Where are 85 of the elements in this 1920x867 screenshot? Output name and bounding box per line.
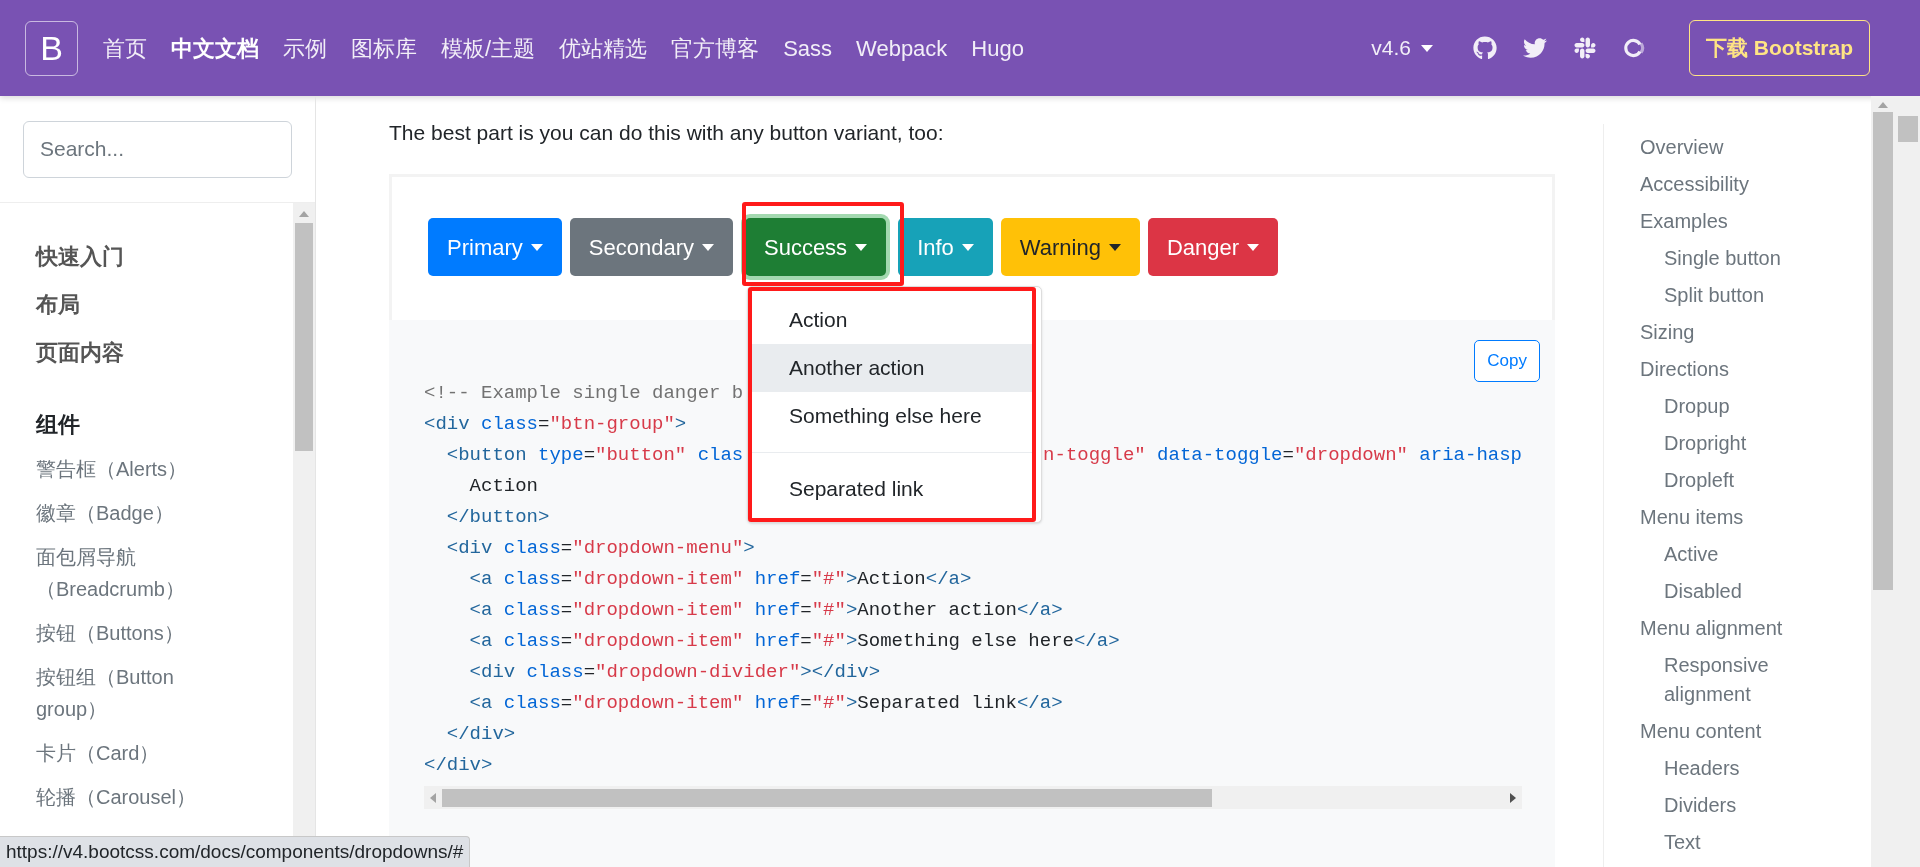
nav-link[interactable]: 图标库 [339,31,429,65]
code-line: n-toggle" data-toggle="dropdown" aria-hasp [1043,443,1522,469]
toc-link[interactable]: Directions [1604,351,1871,388]
dropdown-item[interactable]: Separated link [752,465,1032,513]
nav-link[interactable]: Hugo [959,31,1036,65]
code-line: </div> [445,722,516,748]
toc-link[interactable]: Menu alignment [1604,610,1871,647]
search-field[interactable]: Search... [23,120,292,178]
toc-link[interactable]: Split button [1604,277,1844,314]
nav-link[interactable]: 示例 [271,31,339,65]
sidebar-link[interactable]: 按钮组（Button group） [36,655,206,731]
dropdown-button[interactable]: Danger [1147,218,1279,276]
dropdown-item[interactable]: Action [752,296,1032,344]
toc-link[interactable]: Dropleft [1604,462,1844,499]
nav-link[interactable]: 优站精选 [547,31,660,65]
scrollbar[interactable] [1871,96,1895,867]
toc-link[interactable]: Text [1604,824,1844,861]
sidebar-heading: 组件 [36,411,81,439]
toc-link[interactable]: Disabled [1604,573,1844,610]
intro-text: The best part is you can do this with any button variant, too: [389,120,945,146]
caret-icon [855,243,868,251]
code-line: </div> [424,753,493,779]
scrollbar[interactable] [1895,96,1920,867]
sidebar-section[interactable]: 快速入门 [36,233,293,281]
code-line: <div class="btn-group"> [424,412,687,438]
toc-link[interactable]: Responsive alignment [1604,647,1844,713]
url-tooltip: https://v4.bootcss.com/docs/components/dropdowns/# [0,836,471,867]
dropdown-item[interactable]: Another action [752,344,1032,392]
github-icon[interactable] [1473,36,1497,60]
dropdown-button[interactable]: Primary [428,218,562,276]
caret-icon [1108,243,1121,251]
nav-link[interactable]: 官方博客 [659,31,772,65]
code-line: <!-- Example single danger b [424,381,744,407]
sidebar-link[interactable]: 徽章（Badge） [36,491,206,535]
toc-link[interactable]: Overview [1604,129,1871,166]
nav-link[interactable]: 模板/主题 [429,31,548,65]
sidebar-link[interactable]: 卡片（Card） [36,731,206,775]
caret-icon [1421,44,1433,52]
sidebar-section[interactable]: 布局 [36,281,293,329]
code-line: <div class="dropdown-divider"></div> [468,660,881,686]
slack-icon[interactable] [1573,36,1597,60]
caret-icon [1247,243,1260,251]
sidebar-link[interactable]: 面包屑导航（Breadcrumb） [36,535,206,611]
bird-icon[interactable] [1523,36,1547,60]
code-line: <a class="dropdown-item" href="#">Something else here</a> [468,629,1120,655]
toc-link[interactable]: Dropup [1604,388,1844,425]
toc-link[interactable]: Headers [1604,750,1844,787]
toc-link[interactable]: Dropright [1604,425,1844,462]
sidebar-link[interactable]: 按钮（Buttons） [36,611,206,655]
nav-link[interactable]: Webpack [844,31,960,65]
toc-link[interactable]: Sizing [1604,314,1871,351]
copy-button[interactable]: Copy [1474,340,1540,382]
caret-icon [530,243,543,251]
code-line: <div class="dropdown-menu"> [445,536,755,562]
sidebar-section[interactable]: 页面内容 [36,329,293,377]
toc-link[interactable]: Active [1604,536,1844,573]
code-line: <button type="button" clas [445,443,744,469]
caret-icon [701,243,714,251]
download-button[interactable]: 下载 Bootstrap [1689,20,1870,76]
toc-link[interactable]: Dividers [1604,787,1844,824]
version-dropdown[interactable]: v4.6 [1371,32,1433,64]
code-line: </button> [445,505,550,531]
code-line: <a class="dropdown-item" href="#">Another action</a> [468,598,1063,624]
caret-icon [961,243,974,251]
dropdown-button[interactable]: Success [744,218,887,276]
nav-link[interactable]: Sass [771,31,845,65]
sidebar-link[interactable]: 警告框（Alerts） [36,447,206,491]
nav-link[interactable]: 首页 [91,31,159,65]
code-line: Action [468,474,539,500]
code-line: <a class="dropdown-item" href="#">Action</a> [468,567,972,593]
toc-link[interactable]: Examples [1604,203,1871,240]
brand-logo[interactable]: B [25,20,78,76]
toc-link[interactable]: Single button [1604,240,1844,277]
toc-link[interactable]: Menu items [1604,499,1871,536]
dropdown-button[interactable]: Warning [1000,218,1140,276]
horizontal-scrollbar[interactable] [424,786,1522,809]
toc-link[interactable]: Accessibility [1604,166,1871,203]
nav-link[interactable]: 中文文档 [159,31,271,65]
toc-link[interactable]: Menu content [1604,713,1871,750]
sidebar-link[interactable]: 轮播（Carousel） [36,775,206,819]
dropdown-button[interactable]: Secondary [569,218,733,276]
ring-icon[interactable] [1623,37,1645,59]
dropdown-item[interactable]: Something else here [752,392,1032,440]
code-line: <a class="dropdown-item" href="#">Separated link</a> [468,691,1063,717]
dropdown-button[interactable]: Info [898,218,993,276]
